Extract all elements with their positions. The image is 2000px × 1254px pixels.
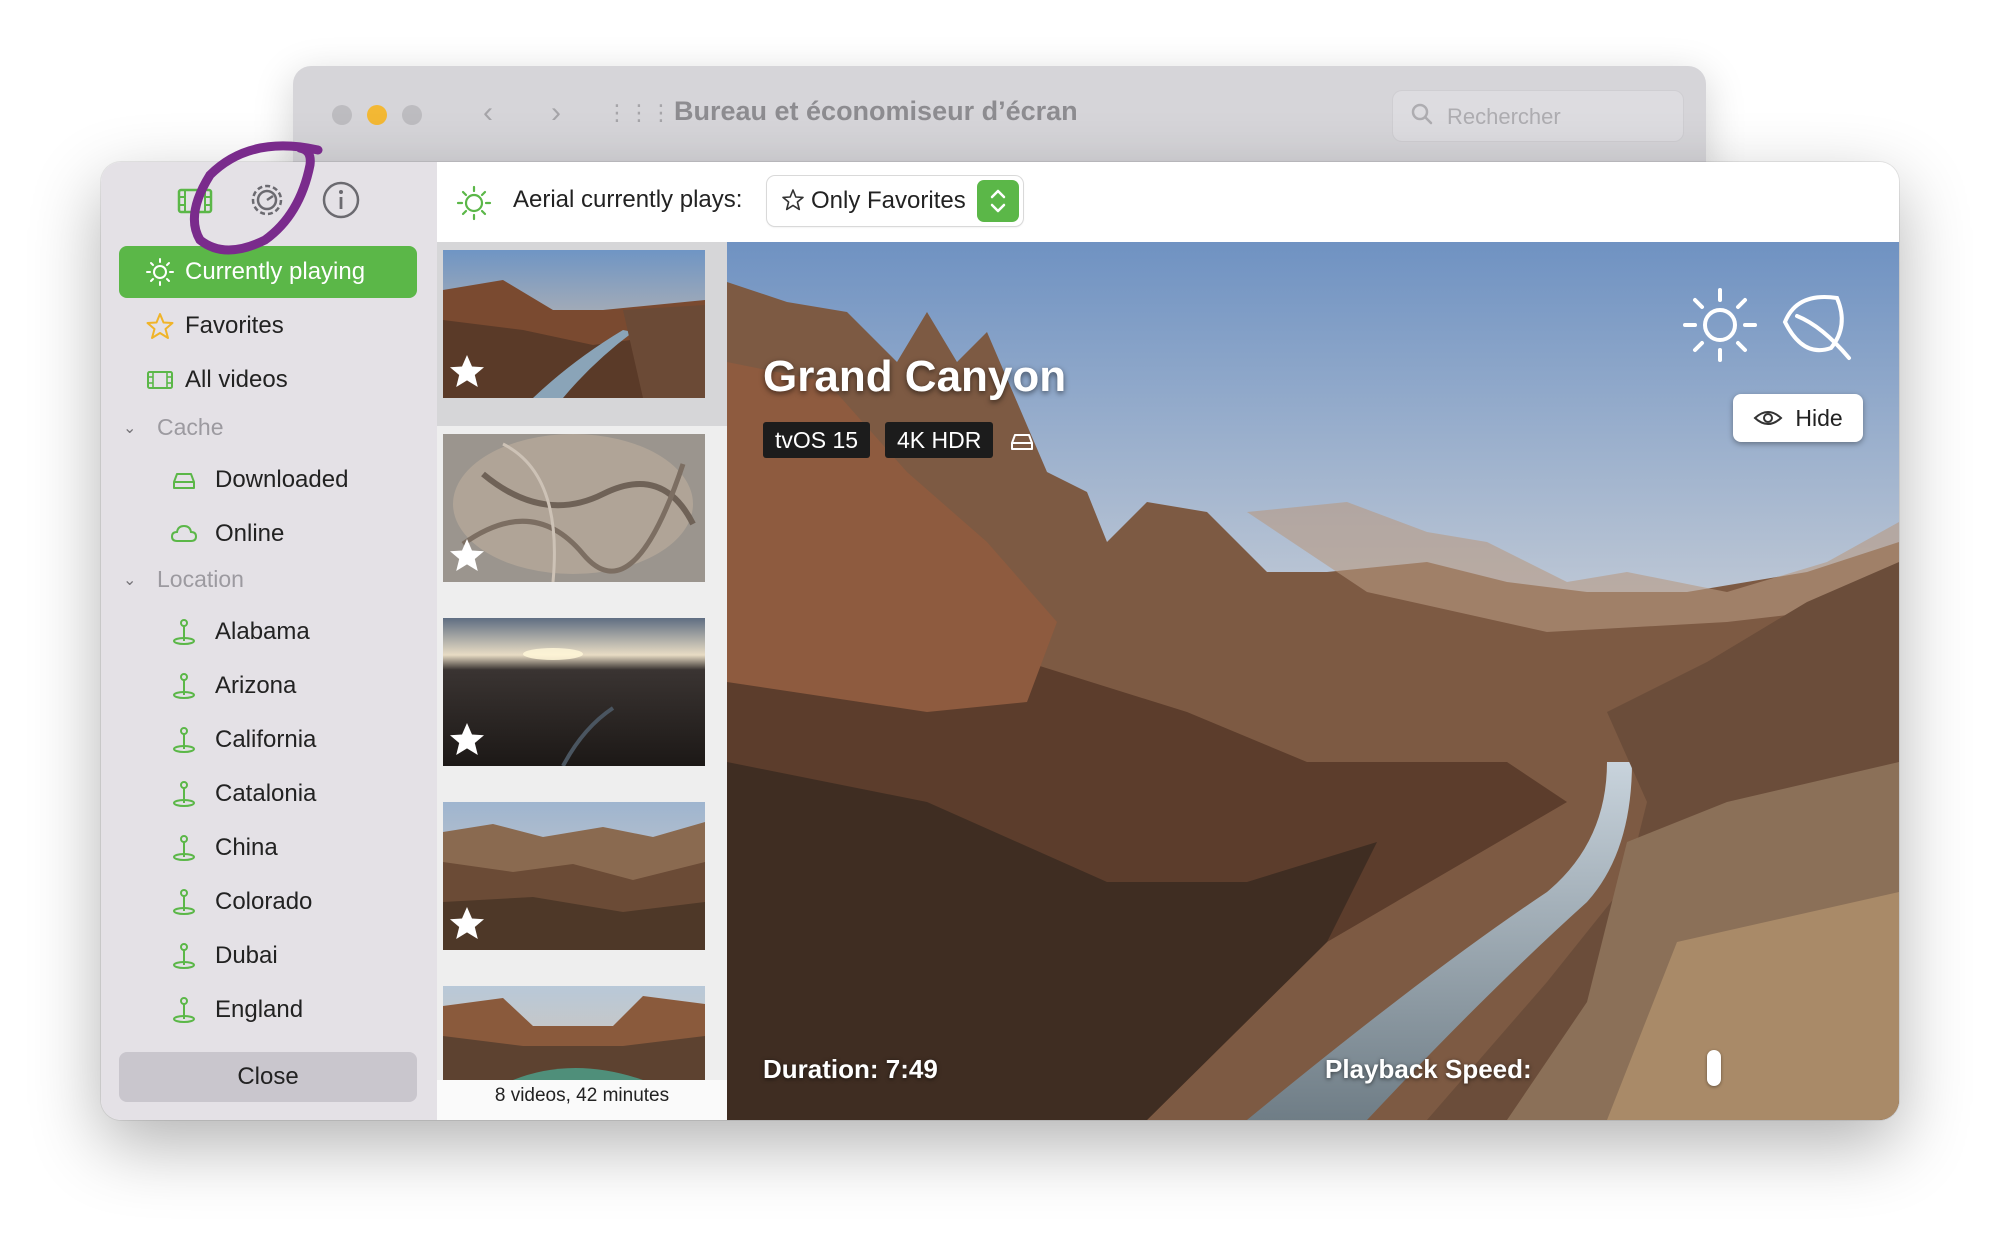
location-pin-icon bbox=[167, 777, 201, 811]
sidebar-item-label: Currently playing bbox=[185, 258, 366, 285]
sidebar-item-label: Downloaded bbox=[215, 466, 349, 493]
sidebar-item-label: England bbox=[215, 996, 304, 1023]
favorite-star-icon[interactable] bbox=[447, 904, 487, 944]
location-pin-icon bbox=[167, 669, 201, 703]
video-thumbnail[interactable] bbox=[443, 618, 705, 766]
location-pin-icon bbox=[167, 615, 201, 649]
hide-label: Hide bbox=[1795, 404, 1843, 431]
grid-icon[interactable]: ⋮⋮⋮ bbox=[606, 90, 672, 138]
forward-button[interactable]: › bbox=[532, 90, 580, 138]
zoom-traffic-light[interactable] bbox=[402, 105, 422, 125]
sidebar-item-label: Favorites bbox=[185, 312, 284, 339]
location-pin-icon bbox=[167, 723, 201, 757]
plays-label: Aerial currently plays: bbox=[513, 186, 743, 213]
star-icon bbox=[782, 189, 804, 211]
background-window-title: Bureau et économiseur d’écran bbox=[674, 96, 1078, 126]
location-pin-icon bbox=[167, 885, 201, 919]
drive-icon bbox=[167, 463, 201, 497]
location-pin-icon bbox=[167, 939, 201, 973]
video-preview: Grand Canyon tvOS 15 4K HDR Hide Duratio… bbox=[727, 242, 1899, 1120]
sidebar-item-location[interactable]: California bbox=[119, 714, 417, 766]
sidebar: Currently playing Favorites All videos ⌄… bbox=[101, 162, 437, 1120]
sidebar-item-label: Catalonia bbox=[215, 780, 317, 807]
minimize-traffic-light[interactable] bbox=[367, 105, 387, 125]
video-list: 8 videos, 42 minutes bbox=[437, 242, 727, 1120]
os-badge: tvOS 15 bbox=[763, 422, 871, 458]
playback-speed-slider-knob[interactable] bbox=[1707, 1050, 1721, 1086]
playback-speed-label: Playback Speed: bbox=[1325, 1054, 1532, 1084]
chevron-down-icon: ⌄ bbox=[123, 571, 137, 589]
video-thumbnail[interactable] bbox=[443, 986, 705, 1080]
sidebar-item-label: All videos bbox=[185, 366, 288, 393]
sidebar-item-all-videos[interactable]: All videos bbox=[119, 354, 417, 406]
sun-icon bbox=[456, 185, 492, 221]
film-icon bbox=[143, 363, 177, 397]
sidebar-item-location[interactable]: England bbox=[119, 984, 417, 1036]
sidebar-item-label: Arizona bbox=[215, 672, 297, 699]
sidebar-item-label: China bbox=[215, 834, 278, 861]
favorite-star-icon[interactable] bbox=[447, 536, 487, 576]
sidebar-item-online[interactable]: Online bbox=[119, 508, 417, 560]
video-title: Grand Canyon bbox=[763, 352, 1067, 401]
chevron-down-icon: ⌄ bbox=[123, 419, 137, 437]
location-pin-icon bbox=[167, 993, 201, 1027]
video-thumbnail[interactable] bbox=[443, 802, 705, 950]
video-count-label: 8 videos, 42 minutes bbox=[494, 1085, 670, 1106]
film-icon[interactable] bbox=[173, 178, 217, 222]
plays-popup-button[interactable]: Only Favorites bbox=[767, 176, 1023, 226]
close-button[interactable]: Close bbox=[119, 1052, 417, 1102]
sidebar-item-label: Dubai bbox=[215, 942, 278, 969]
toolbar: Aerial currently plays: Only Favorites bbox=[437, 162, 1899, 243]
location-pin-icon bbox=[167, 831, 201, 865]
aerial-settings-sheet: Currently playing Favorites All videos ⌄… bbox=[101, 162, 1899, 1120]
search-icon bbox=[1411, 103, 1433, 125]
search-placeholder: Rechercher bbox=[1447, 104, 1561, 129]
format-badge: 4K HDR bbox=[885, 422, 994, 458]
stepper-chevrons-icon bbox=[977, 180, 1019, 222]
video-thumbnail[interactable] bbox=[443, 250, 705, 398]
drive-icon bbox=[1011, 434, 1033, 450]
sidebar-item-label: Online bbox=[215, 520, 285, 547]
duration-label: Duration: 7:49 bbox=[763, 1054, 938, 1084]
eye-icon bbox=[1753, 411, 1783, 425]
search-field[interactable]: Rechercher bbox=[1392, 90, 1684, 142]
sidebar-item-favorites[interactable]: Favorites bbox=[119, 300, 417, 352]
cloud-icon bbox=[167, 517, 201, 551]
sidebar-item-label: Colorado bbox=[215, 888, 313, 915]
sidebar-item-label: California bbox=[215, 726, 317, 753]
star-icon bbox=[143, 309, 177, 343]
sidebar-item-location[interactable]: Dubai bbox=[119, 930, 417, 982]
close-traffic-light[interactable] bbox=[332, 105, 352, 125]
cache-section-header[interactable]: ⌄ Cache bbox=[123, 414, 223, 441]
sidebar-item-location[interactable]: China bbox=[119, 822, 417, 874]
sidebar-item-location[interactable]: Colorado bbox=[119, 876, 417, 928]
sun-icon bbox=[143, 255, 177, 289]
leaf-icon[interactable] bbox=[1777, 286, 1857, 366]
sidebar-item-label: Alabama bbox=[215, 618, 310, 645]
brightness-icon[interactable] bbox=[1679, 284, 1761, 366]
section-label: Cache bbox=[157, 414, 224, 440]
favorite-star-icon[interactable] bbox=[447, 352, 487, 392]
location-section-header[interactable]: ⌄ Location bbox=[123, 566, 244, 593]
video-thumbnail[interactable] bbox=[443, 434, 705, 582]
back-button[interactable]: ‹ bbox=[464, 90, 512, 138]
sidebar-item-downloaded[interactable]: Downloaded bbox=[119, 454, 417, 506]
sidebar-item-location[interactable]: Arizona bbox=[119, 660, 417, 712]
sidebar-item-location[interactable]: Catalonia bbox=[119, 768, 417, 820]
popup-value: Only Favorites bbox=[811, 187, 966, 214]
info-icon[interactable] bbox=[319, 178, 363, 222]
sidebar-item-currently-playing[interactable]: Currently playing bbox=[119, 246, 417, 298]
gear-icon[interactable] bbox=[245, 178, 289, 222]
sidebar-tab-bar bbox=[101, 170, 437, 230]
sidebar-item-location[interactable]: Alabama bbox=[119, 606, 417, 658]
favorite-star-icon[interactable] bbox=[447, 720, 487, 760]
section-label: Location bbox=[157, 566, 244, 592]
hide-button[interactable]: Hide bbox=[1733, 394, 1863, 442]
